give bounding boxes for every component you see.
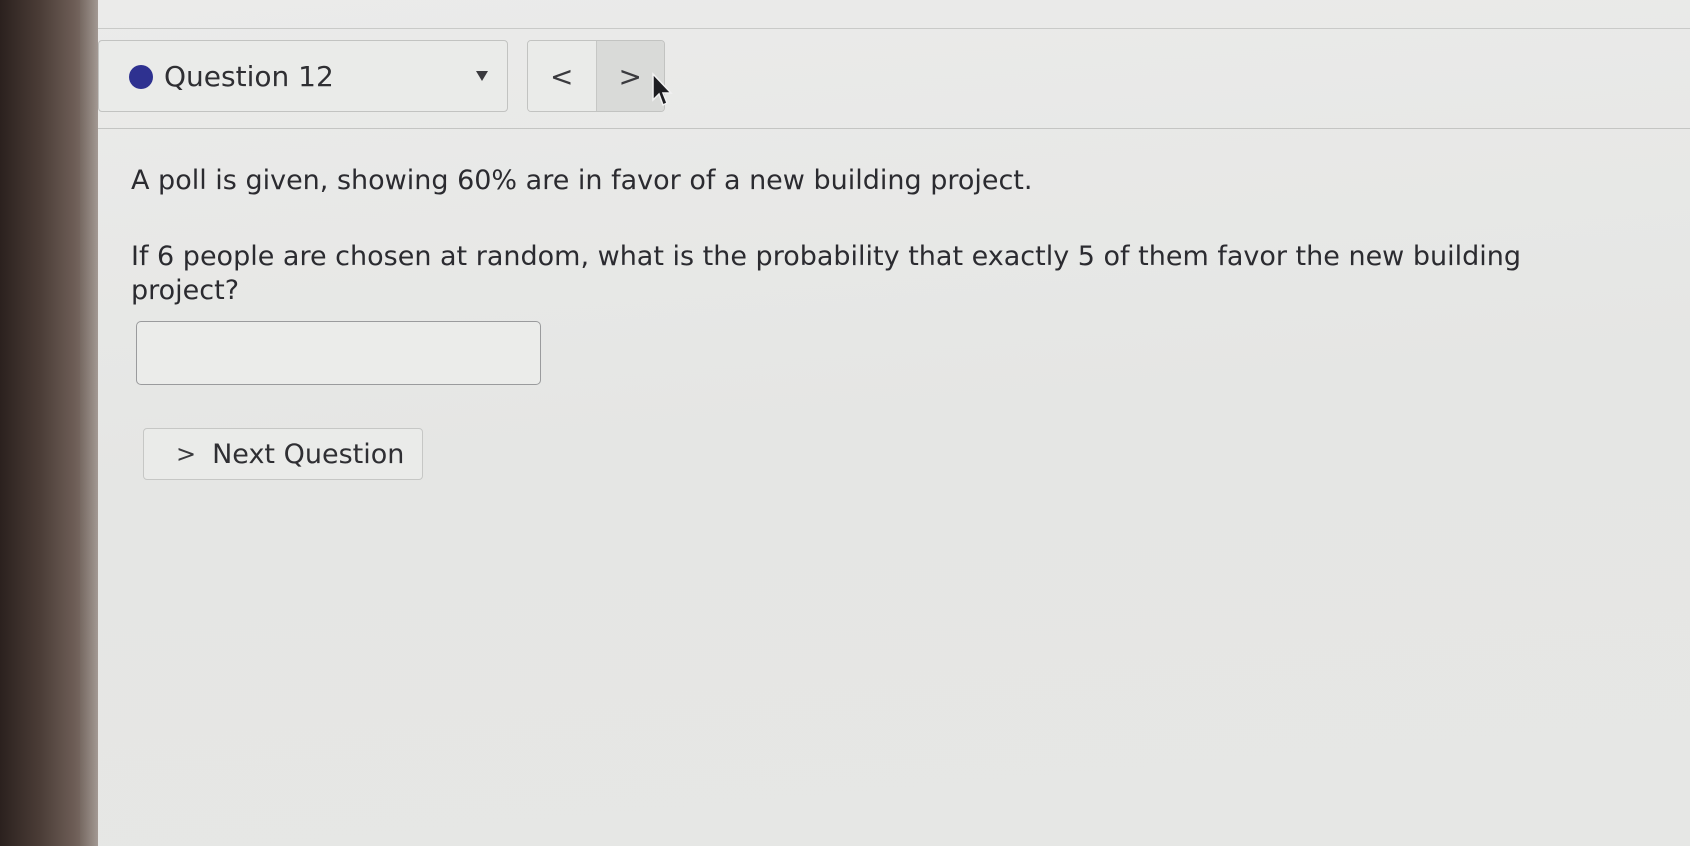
- chevron-right-icon: >: [176, 440, 197, 468]
- photo-viewport: Question 12 < > A poll is given, showing…: [0, 0, 1690, 846]
- header-divider: [98, 128, 1690, 129]
- caret-down-icon: [476, 71, 488, 81]
- top-divider: [98, 28, 1690, 29]
- quiz-page: Question 12 < > A poll is given, showing…: [98, 0, 1690, 846]
- question-selector-label: Question 12: [164, 60, 334, 93]
- next-question-button[interactable]: > Next Question: [143, 428, 423, 480]
- question-text-line-1: A poll is given, showing 60% are in favo…: [131, 165, 1033, 196]
- question-nav: < >: [527, 40, 665, 112]
- answer-input[interactable]: [136, 321, 541, 385]
- next-question-label: Next Question: [212, 438, 405, 470]
- question-text-line-3: project?: [131, 275, 240, 306]
- monitor-bezel-edge: [80, 0, 98, 846]
- chevron-left-icon: <: [550, 59, 574, 93]
- chevron-right-icon: >: [618, 59, 642, 93]
- question-text-line-2: If 6 people are chosen at random, what i…: [131, 241, 1521, 272]
- question-selector[interactable]: Question 12: [98, 40, 508, 112]
- mouse-pointer-icon: [652, 72, 673, 107]
- question-status-dot: [129, 65, 153, 89]
- previous-question-button[interactable]: <: [528, 41, 596, 111]
